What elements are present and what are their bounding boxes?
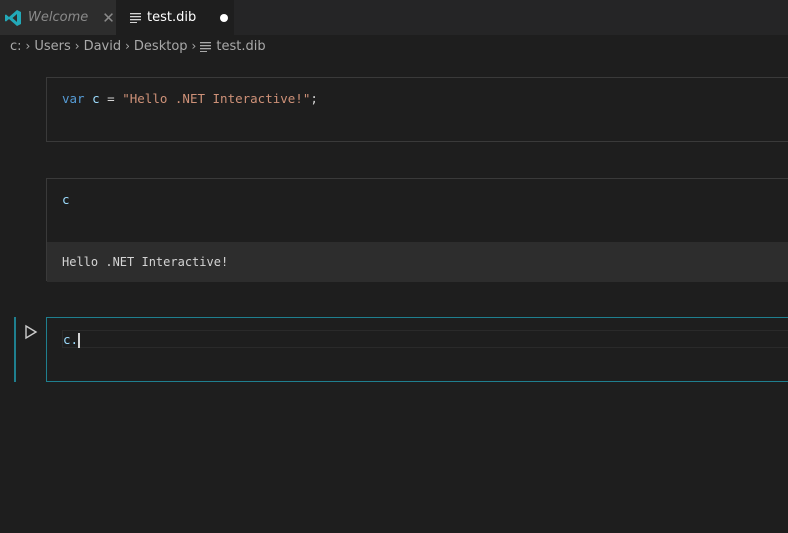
keyword: var <box>62 91 85 106</box>
close-icon[interactable]: ✕ <box>102 9 115 27</box>
editor-current-line[interactable]: c. <box>62 330 788 348</box>
identifier: c <box>92 91 100 106</box>
chevron-right-icon: › <box>25 39 31 53</box>
cell-output: Hello .NET Interactive! <box>47 242 788 282</box>
breadcrumb-desktop[interactable]: Desktop <box>134 39 188 54</box>
semicolon: ; <box>310 91 318 106</box>
chevron-right-icon: › <box>125 39 130 53</box>
tab-welcome-label: Welcome <box>28 10 89 25</box>
tab-test-dib-label: test.dib <box>147 10 197 25</box>
vscode-icon <box>5 9 21 26</box>
breadcrumb-drive[interactable]: c: <box>10 39 22 54</box>
code-cell-1[interactable]: var c = "Hello .NET Interactive!"; <box>46 77 788 142</box>
code-line[interactable]: c <box>62 192 70 207</box>
code-line[interactable]: c. <box>63 332 81 348</box>
breadcrumb-users[interactable]: Users <box>34 39 70 54</box>
run-cell-icon[interactable] <box>24 324 38 340</box>
code-cell-2[interactable]: c Hello .NET Interactive! <box>46 178 788 282</box>
code-text: c. <box>63 332 79 347</box>
chevron-right-icon: › <box>191 39 197 53</box>
breadcrumb: c: › Users › David › Desktop › test.dib <box>0 35 788 57</box>
focus-indicator <box>14 317 16 382</box>
code-line[interactable]: var c = "Hello .NET Interactive!"; <box>62 91 318 106</box>
tab-welcome[interactable]: Welcome ✕ <box>0 0 116 35</box>
chevron-right-icon: › <box>74 39 80 53</box>
breadcrumb-david[interactable]: David <box>84 39 122 54</box>
text-cursor <box>78 333 81 348</box>
tab-bar: Welcome ✕ test.dib <box>0 0 788 35</box>
tab-test-dib[interactable]: test.dib <box>116 0 234 35</box>
unsaved-dot-icon[interactable] <box>220 13 229 22</box>
operator: = <box>99 91 123 106</box>
string-literal: "Hello .NET Interactive!" <box>122 91 311 106</box>
breadcrumb-file[interactable]: test.dib <box>216 39 265 54</box>
file-lines-icon <box>130 13 141 23</box>
code-cell-3-active[interactable]: c. <box>46 317 788 382</box>
file-lines-icon <box>200 41 212 52</box>
